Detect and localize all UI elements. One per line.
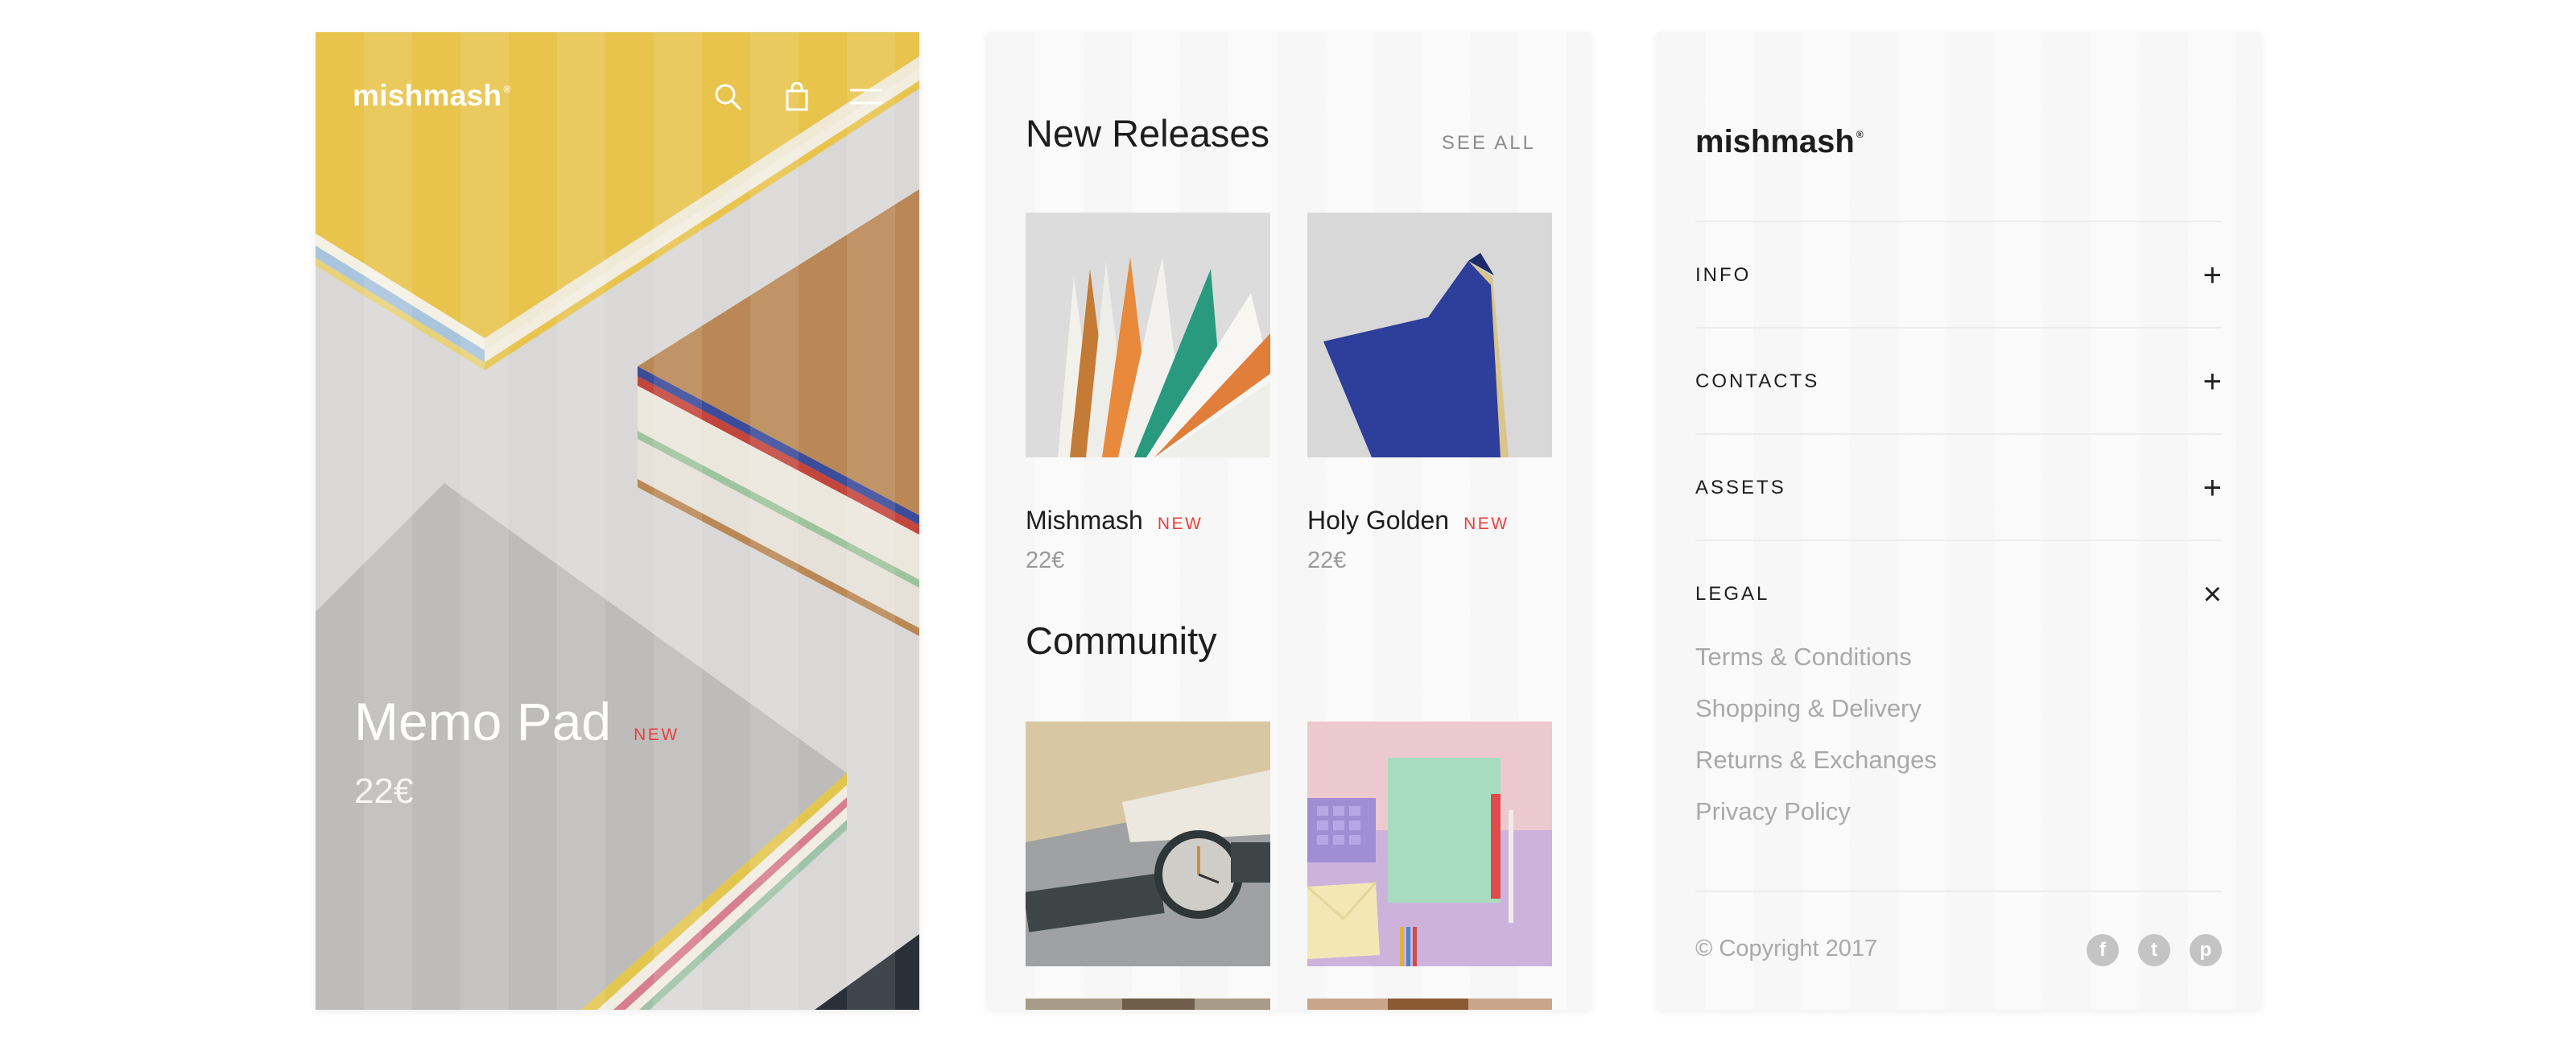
community-image-partial[interactable]: [1307, 999, 1552, 1010]
product-price: 22€: [1307, 548, 1347, 573]
listing-panel: New Releases SEE ALL Mishmash NEW 22€ Ho…: [987, 32, 1591, 1010]
accordion-contacts[interactable]: CONTACTS +: [1695, 358, 2222, 406]
social-links: f t p: [2087, 934, 2222, 966]
hero-product-name: Memo Pad: [354, 692, 612, 751]
product-name-row[interactable]: Mishmash NEW: [1026, 506, 1203, 535]
community-image-desk[interactable]: [1307, 722, 1552, 966]
product-image-holy-golden[interactable]: [1307, 213, 1552, 457]
facebook-icon[interactable]: f: [2087, 934, 2119, 966]
accordion-label: INFO: [1695, 264, 1752, 286]
product-name-row[interactable]: Holy Golden NEW: [1307, 506, 1509, 535]
new-badge: NEW: [634, 726, 679, 744]
legal-link-privacy[interactable]: Privacy Policy: [1695, 797, 1937, 849]
product-name: Holy Golden: [1307, 506, 1450, 535]
brand-logo[interactable]: mishmash ®: [353, 79, 511, 113]
menu-panel: mishmash ® INFO + CONTACTS + ASSETS + LEG…: [1657, 32, 2260, 1010]
search-icon[interactable]: [712, 81, 744, 113]
community-image-watch[interactable]: [1026, 722, 1270, 966]
product-price: 22€: [1026, 548, 1065, 573]
plus-icon[interactable]: +: [2203, 366, 2222, 398]
divider: [1695, 327, 2222, 329]
divider: [1695, 433, 2222, 435]
divider: [1695, 221, 2222, 222]
brand-logo[interactable]: mishmash ®: [1695, 124, 1864, 160]
hero-panel: mishmash ® Memo Pad NEW 22€: [316, 32, 919, 1010]
header-actions: [712, 81, 882, 113]
product-name: Mishmash: [1026, 506, 1143, 535]
plus-icon[interactable]: +: [2203, 259, 2222, 292]
twitter-icon[interactable]: t: [2138, 934, 2170, 966]
close-icon[interactable]: ×: [2203, 578, 2222, 610]
hero-price: 22€: [354, 771, 414, 811]
accordion-info[interactable]: INFO +: [1695, 251, 2222, 300]
new-badge: NEW: [1157, 515, 1203, 533]
see-all-link[interactable]: SEE ALL: [1442, 132, 1536, 155]
new-badge: NEW: [1463, 515, 1509, 533]
legal-link-returns[interactable]: Returns & Exchanges: [1695, 746, 1937, 797]
accordion-assets[interactable]: ASSETS +: [1695, 464, 2222, 512]
copyright: © Copyright 2017: [1695, 936, 1878, 961]
community-image-partial[interactable]: [1026, 999, 1270, 1010]
new-releases-title: New Releases: [1026, 112, 1270, 155]
legal-links: Terms & Conditions Shopping & Delivery R…: [1695, 643, 1937, 849]
hero-title[interactable]: Memo Pad NEW: [354, 691, 679, 752]
hero-image: [316, 32, 919, 1010]
divider: [1695, 540, 2222, 541]
menu-icon[interactable]: [850, 81, 882, 113]
community-title: Community: [1026, 619, 1217, 662]
accordion-legal[interactable]: LEGAL ×: [1695, 570, 2222, 618]
accordion-label: ASSETS: [1695, 477, 1786, 498]
accordion-label: LEGAL: [1695, 583, 1770, 605]
divider: [1695, 891, 2222, 892]
plus-icon[interactable]: +: [2203, 472, 2222, 504]
product-image-mishmash[interactable]: [1026, 213, 1270, 457]
bag-icon[interactable]: [781, 81, 813, 113]
accordion-label: CONTACTS: [1695, 370, 1820, 392]
pinterest-icon[interactable]: p: [2190, 934, 2222, 966]
legal-link-shopping[interactable]: Shopping & Delivery: [1695, 694, 1937, 746]
legal-link-terms[interactable]: Terms & Conditions: [1695, 643, 1937, 694]
